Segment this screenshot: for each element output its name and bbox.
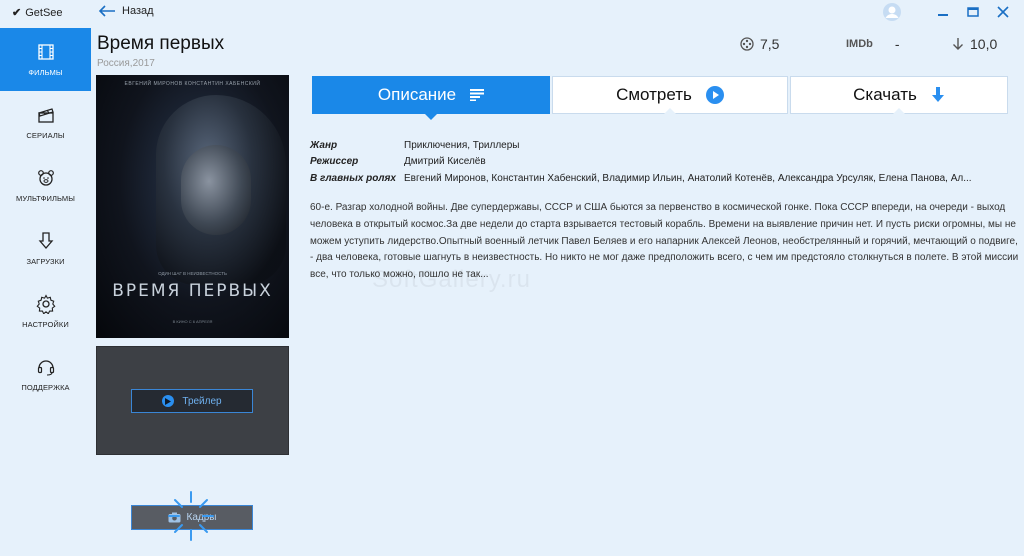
maximize-button[interactable] [962,3,984,21]
app-name: GetSee [25,6,63,19]
frames-label: Кадры [186,512,217,523]
maximize-icon [967,7,979,17]
sidebar-item-settings[interactable]: НАСТРОЙКИ [0,280,91,343]
download-arrow-icon [931,87,944,102]
user-avatar-icon[interactable] [882,2,902,22]
tab-description[interactable]: Описание [312,76,550,120]
close-icon [997,6,1009,18]
sidebar-item-label: ЗАГРУЗКИ [26,257,65,266]
getsee-logo-icon: ✔ [12,7,22,19]
tab-watch[interactable]: Смотреть [552,76,788,114]
kinopoisk-rating: 7,5 [740,36,779,52]
poster-face [181,145,251,235]
headset-icon [37,360,54,376]
gear-icon [36,294,55,314]
detail-value: Дмитрий Киселёв [404,156,486,168]
play-icon [705,86,724,104]
sidebar-item-label: МУЛЬТФИЛЬМЫ [16,194,75,203]
play-icon [162,395,175,407]
window-controls [882,2,1014,22]
detail-label: В главных ролях [310,172,396,184]
detail-value: Приключения, Триллеры [404,139,520,151]
imdb-rating: IMDb - [846,36,900,52]
kinopoisk-value: 7,5 [760,36,780,52]
sidebar-item-label: НАСТРОЙКИ [22,320,69,329]
movie-poster: ЕВГЕНИЙ МИРОНОВ КОНСТАНТИН ХАБЕНСКИЙ ОДИ… [96,75,289,338]
poster-cast: ЕВГЕНИЙ МИРОНОВ КОНСТАНТИН ХАБЕНСКИЙ [124,81,261,87]
poster-title: ВРЕМЯ ПЕРВЫХ [112,281,273,301]
poster-footer: В КИНО С 6 АПРЕЛЯ [172,319,213,324]
movie-details: Жанр Приключения, Триллеры Режиссер Дмит… [310,137,1014,187]
tab-label: Описание [377,85,457,104]
tab-notch [664,108,676,114]
list-icon [470,89,485,101]
movie-country-year: Россия,2017 [97,58,155,69]
film-icon [37,44,54,60]
tab-label: Скачать [853,85,917,104]
sidebar-item-films[interactable]: ФИЛЬМЫ [0,28,91,91]
detail-value: Евгений Миронов, Константин Хабенский, В… [404,172,972,184]
tab-label: Смотреть [616,85,692,104]
film-reel-icon [740,37,754,51]
detail-row-cast: В главных ролях Евгений Миронов, Констан… [310,170,1014,187]
close-button[interactable] [992,3,1014,21]
sidebar-item-label: ПОДДЕРЖКА [21,383,70,392]
trailer-button[interactable]: Трейлер [131,389,253,413]
tab-notch [893,108,905,114]
sidebar-item-downloads[interactable]: ЗАГРУЗКИ [0,217,91,280]
sidebar: ФИЛЬМЫ СЕРИАЛЫ МУЛЬТФИЛЬМЫ ЗАГРУЗКИ НАСТ… [0,28,91,556]
movie-description: 60-е. Разгар холодной войны. Две суперде… [310,202,1019,281]
trailer-label: Трейлер [182,395,222,407]
imdb-value: - [894,36,900,52]
detail-row-genre: Жанр Приключения, Триллеры [310,137,1014,154]
frames-button[interactable]: Кадры [131,505,253,530]
imdb-logo: IMDb [846,38,873,50]
download-rating: 10,0 [952,36,997,52]
download-rating-value: 10,0 [970,36,998,52]
sidebar-item-label: ФИЛЬМЫ [28,68,63,77]
sidebar-item-series[interactable]: СЕРИАЛЫ [0,91,91,154]
tab-download[interactable]: Скачать [790,76,1008,114]
detail-label: Жанр [310,139,338,151]
detail-label: Режиссер [310,156,359,168]
back-label: Назад [122,5,154,17]
poster-tagline: ОДИН ШАГ В НЕИЗВЕСТНОСТЬ [158,271,227,276]
arrow-left-icon [98,5,115,17]
minimize-button[interactable] [932,3,954,21]
down-arrow-icon [953,38,963,50]
clapperboard-icon [37,108,54,123]
sidebar-item-cartoons[interactable]: МУЛЬТФИЛЬМЫ [0,154,91,217]
title-bar: ✔ GetSee Назад [0,0,1024,28]
bear-icon [37,170,54,186]
app-brand: ✔ GetSee [12,6,63,20]
trailer-panel: Трейлер [96,346,289,455]
detail-row-director: Режиссер Дмитрий Киселёв [310,154,1014,171]
back-button[interactable]: Назад [98,4,154,18]
tab-bar: Описание Смотреть Скачать [312,76,1008,120]
movie-title: Время первых [97,33,225,54]
minimize-icon [938,14,948,16]
download-icon [38,232,53,249]
sidebar-item-support[interactable]: ПОДДЕРЖКА [0,343,91,406]
sidebar-item-label: СЕРИАЛЫ [26,131,65,140]
camera-icon [168,512,180,523]
